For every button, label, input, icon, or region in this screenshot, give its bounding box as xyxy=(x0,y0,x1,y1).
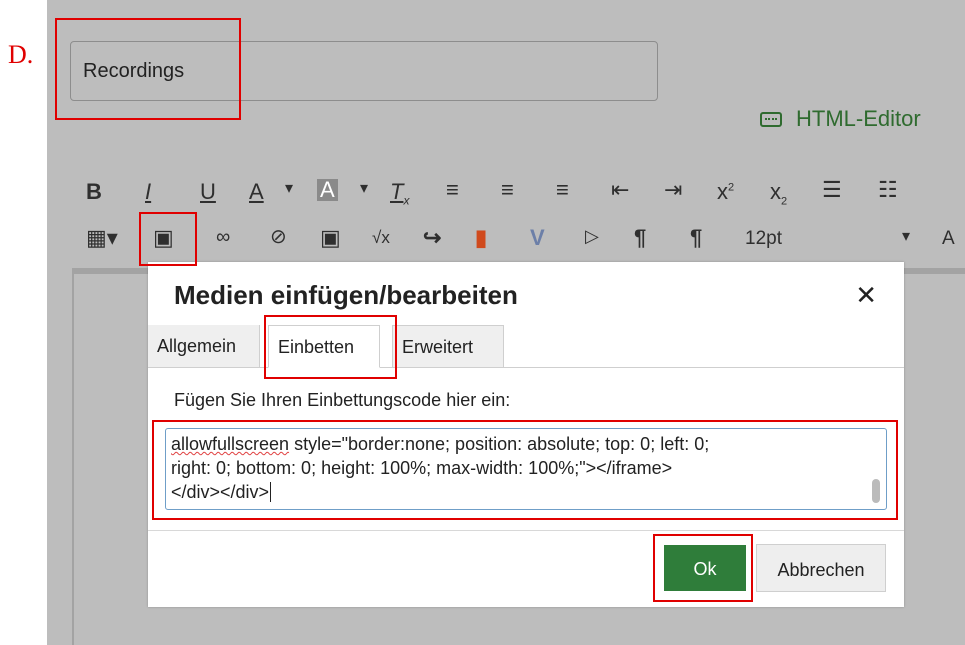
html-editor-link[interactable]: HTML-Editor xyxy=(760,106,921,132)
font-size-dropdown-icon[interactable]: ▾ xyxy=(902,229,910,245)
close-icon[interactable]: ✕ xyxy=(855,280,877,311)
html-editor-label: HTML-Editor xyxy=(796,106,921,131)
align-right-icon[interactable]: ≡ xyxy=(556,179,569,201)
clear-formatting-icon[interactable]: Tx xyxy=(390,180,409,206)
unlink-icon[interactable]: ⊘ xyxy=(270,227,287,247)
outdent-icon[interactable]: ⇤ xyxy=(611,179,629,201)
bullet-list-icon[interactable]: ☰ xyxy=(822,179,842,201)
tab-allgemein[interactable]: Allgemein xyxy=(148,325,260,367)
italic-icon[interactable]: I xyxy=(145,181,151,203)
superscript-icon[interactable]: x2 xyxy=(717,181,734,203)
office-icon[interactable]: ▮ xyxy=(475,227,487,249)
underline-icon[interactable]: U xyxy=(200,181,216,203)
font-family-select[interactable]: A xyxy=(942,229,955,248)
annotation-box-h xyxy=(653,534,753,602)
rtl-icon[interactable]: ¶ xyxy=(690,227,702,249)
text-color-icon[interactable]: A xyxy=(249,181,264,203)
link-icon[interactable]: ∞ xyxy=(216,227,230,247)
tab-erweitert[interactable]: Erweitert xyxy=(392,325,504,367)
vimeo-icon[interactable]: V xyxy=(530,227,545,249)
ltr-icon[interactable]: ¶ xyxy=(634,227,646,249)
embed-code-label: Fügen Sie Ihren Einbettungscode hier ein… xyxy=(174,390,511,410)
background-color-dropdown-icon[interactable]: ▾ xyxy=(360,181,368,197)
cancel-button[interactable]: Abbrechen xyxy=(756,544,886,592)
dialog-tabs: Allgemein Einbetten Erweitert xyxy=(148,325,904,368)
annotation-d: D. xyxy=(8,40,34,69)
annotation-box-g xyxy=(152,420,898,520)
video-icon[interactable]: ▷ xyxy=(585,227,599,245)
subscript-icon[interactable]: x2 xyxy=(770,180,787,207)
indent-icon[interactable]: ⇥ xyxy=(664,179,682,201)
font-size-select[interactable]: 12pt xyxy=(745,229,782,248)
annotation-box-d xyxy=(55,18,241,120)
dialog-title: Medien einfügen/bearbeiten xyxy=(174,280,518,310)
background-color-icon[interactable]: A xyxy=(317,179,338,201)
apps-icon[interactable]: ↪ xyxy=(423,227,441,249)
annotation-box-e xyxy=(139,212,197,266)
text-color-dropdown-icon[interactable]: ▾ xyxy=(285,181,293,197)
keyboard-icon xyxy=(760,111,782,127)
align-left-icon[interactable]: ≡ xyxy=(446,179,459,201)
equation-icon[interactable]: √x xyxy=(372,229,390,246)
bold-icon[interactable]: B xyxy=(86,181,102,203)
numbered-list-icon[interactable]: ☷ xyxy=(878,179,898,201)
align-center-icon[interactable]: ≡ xyxy=(501,179,514,201)
table-icon[interactable]: ▦▾ xyxy=(86,227,118,249)
annotation-box-f xyxy=(264,315,397,379)
image-icon[interactable]: ▣ xyxy=(320,227,341,249)
